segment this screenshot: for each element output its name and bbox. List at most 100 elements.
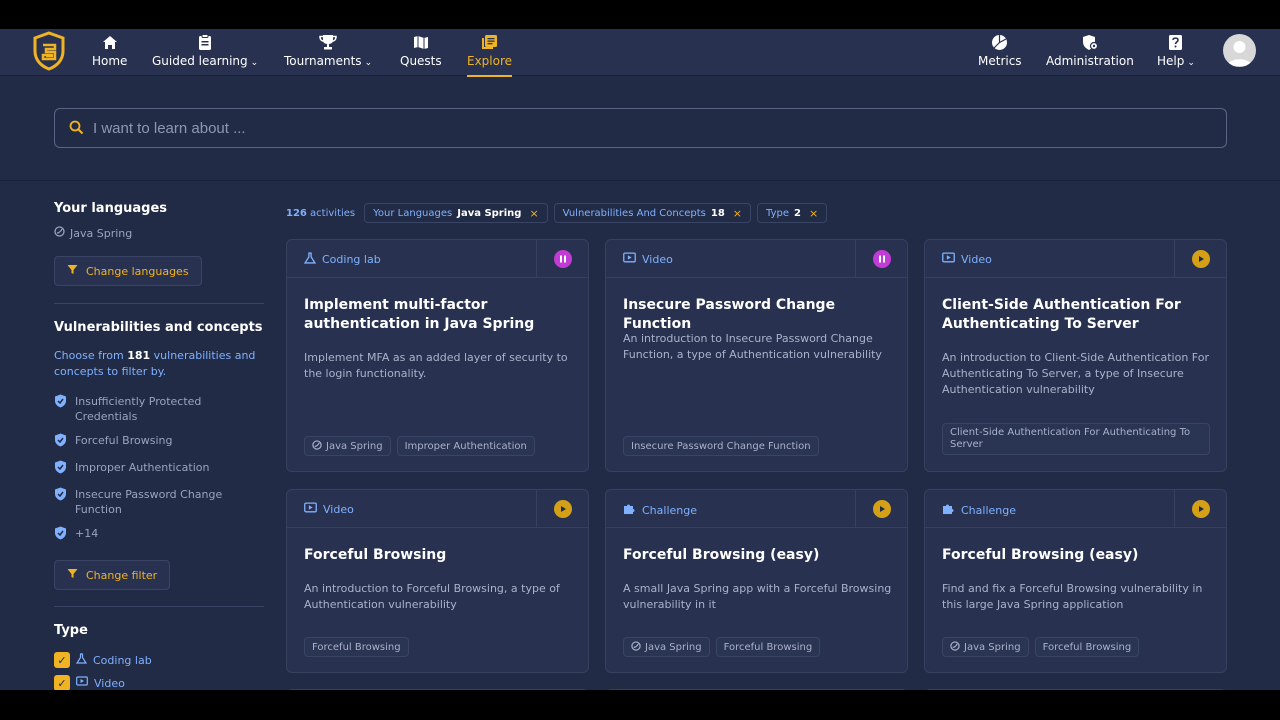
video-icon: [623, 252, 636, 267]
play-icon[interactable]: [1191, 250, 1210, 268]
card-action[interactable]: [1174, 240, 1226, 278]
user-avatar[interactable]: [1223, 34, 1256, 67]
active-filters: 126 activities Your Languages Java Spring…: [286, 203, 828, 223]
change-languages-button[interactable]: Change languages: [54, 256, 202, 286]
card-title[interactable]: Forceful Browsing: [304, 546, 574, 565]
card-description: An introduction to Insecure Password Cha…: [623, 332, 882, 361]
checkbox-checked[interactable]: ✓: [54, 652, 70, 668]
card-description: Implement MFA as an added layer of secur…: [304, 351, 568, 380]
nav-home-label: Home: [92, 54, 128, 68]
home-icon: [102, 33, 118, 51]
tag: Forceful Browsing: [304, 637, 409, 657]
card-description: Find and fix a Forceful Browsing vulnera…: [942, 582, 1203, 611]
nav-help-label: Help: [1157, 54, 1185, 68]
vulnerability-item: Insecure Password Change Function: [54, 487, 264, 517]
card-action[interactable]: [1174, 490, 1226, 528]
play-icon[interactable]: [1191, 500, 1210, 518]
nav-administration-label: Administration: [1046, 54, 1134, 68]
flask-icon: [75, 653, 88, 667]
card-type: Video: [304, 502, 354, 517]
screen-top-border: [0, 0, 1280, 29]
vulnerability-item: Improper Authentication: [54, 460, 264, 478]
card-title[interactable]: Implement multi-factor authentication in…: [304, 296, 574, 334]
activity-card[interactable]: Challenge Forceful Browsing (easy) Find …: [924, 489, 1227, 673]
vulnerability-more[interactable]: +14: [54, 526, 264, 544]
nav-administration[interactable]: Administration: [1046, 33, 1134, 73]
activity-card[interactable]: Coding lab Implement multi-factor authen…: [286, 239, 589, 472]
activity-card[interactable]: Video Client-Side Authentication For Aut…: [924, 239, 1227, 472]
search-section: [0, 76, 1280, 181]
vulnerabilities-heading: Vulnerabilities and concepts: [54, 320, 263, 335]
puzzle-icon: [623, 502, 636, 518]
nav-guided-learning[interactable]: Guided learning ⌄: [152, 33, 258, 73]
card-type: Video: [623, 252, 673, 267]
nav-metrics[interactable]: Metrics: [978, 33, 1022, 73]
screen-bottom-border: [0, 690, 1280, 720]
chevron-down-icon: ⌄: [1187, 58, 1195, 68]
sidebar-divider: [54, 303, 264, 304]
java-spring-icon: [312, 439, 322, 453]
language-item: Java Spring: [54, 226, 264, 240]
tag: Insecure Password Change Function: [623, 436, 819, 456]
filter-chip-vulnerabilities[interactable]: Vulnerabilities And Concepts 18 ×: [553, 203, 752, 223]
card-type: Challenge: [942, 502, 1016, 518]
card-header: Video: [287, 490, 588, 528]
card-tags: Java Spring Forceful Browsing: [942, 637, 1140, 657]
clipboard-icon: [198, 33, 212, 51]
card-title[interactable]: Forceful Browsing (easy): [942, 546, 1212, 565]
play-icon[interactable]: [553, 500, 572, 518]
close-icon[interactable]: ×: [529, 207, 538, 220]
type-checkbox-coding-lab[interactable]: ✓ Coding lab: [54, 652, 264, 668]
change-filter-button[interactable]: Change filter: [54, 560, 171, 590]
search-input[interactable]: [93, 117, 1193, 139]
card-description: An introduction to Forceful Browsing, a …: [304, 582, 560, 611]
card-action[interactable]: [855, 490, 907, 528]
nav-home[interactable]: Home: [92, 33, 127, 73]
type-checkbox-video[interactable]: ✓ Video: [54, 675, 264, 690]
activity-card[interactable]: Video Insecure Password Change Function …: [605, 239, 908, 472]
nav-tournaments[interactable]: Tournaments ⌄: [284, 33, 372, 73]
card-action[interactable]: [855, 240, 907, 278]
close-icon[interactable]: ×: [733, 207, 742, 220]
puzzle-icon: [942, 502, 955, 518]
search-icon: [69, 120, 84, 139]
brand-logo[interactable]: [32, 31, 66, 71]
pause-icon[interactable]: [553, 250, 572, 268]
card-title[interactable]: Client-Side Authentication For Authentic…: [942, 296, 1212, 334]
filter-icon: [67, 568, 78, 582]
trophy-icon: [319, 33, 337, 51]
activity-count: 126 activities: [286, 207, 356, 219]
close-icon[interactable]: ×: [809, 207, 818, 220]
card-action[interactable]: [536, 240, 588, 278]
tag: Java Spring: [942, 637, 1029, 657]
chevron-down-icon: ⌄: [364, 58, 373, 68]
play-icon[interactable]: [872, 500, 891, 518]
checkbox-checked[interactable]: ✓: [54, 675, 70, 690]
change-languages-label: Change languages: [86, 264, 189, 278]
card-description: An introduction to Client-Side Authentic…: [942, 351, 1209, 396]
activity-card[interactable]: Challenge Forceful Browsing (easy) A sma…: [605, 489, 908, 673]
shield-check-icon: [54, 526, 67, 544]
filter-sidebar: Your languages Java Spring Change langua…: [54, 201, 264, 690]
nav-help[interactable]: Help ⌄: [1157, 33, 1195, 73]
card-title[interactable]: Forceful Browsing (easy): [623, 546, 893, 565]
vulnerability-item: Forceful Browsing: [54, 433, 264, 451]
card-header: Challenge: [606, 490, 907, 528]
nav-explore[interactable]: Explore: [467, 33, 513, 77]
languages-heading: Your languages: [54, 201, 168, 216]
tag: Improper Authentication: [396, 436, 535, 456]
app-window: Home Guided learning ⌄ Tournaments ⌄ Quest…: [0, 29, 1280, 690]
filter-chip-languages[interactable]: Your Languages Java Spring ×: [364, 203, 548, 223]
shield-check-icon: [54, 433, 67, 451]
nav-quests[interactable]: Quests: [400, 33, 442, 73]
card-title[interactable]: Insecure Password Change Function: [623, 296, 893, 334]
activity-card[interactable]: Video Forceful Browsing An introduction …: [286, 489, 589, 673]
video-icon: [942, 252, 955, 267]
card-action[interactable]: [536, 490, 588, 528]
card-header: Coding lab: [287, 240, 588, 278]
filter-chip-type[interactable]: Type 2 ×: [757, 203, 828, 223]
pause-icon[interactable]: [872, 250, 891, 268]
card-tags: Forceful Browsing: [304, 637, 409, 657]
search-box[interactable]: [54, 108, 1227, 148]
nav-metrics-label: Metrics: [978, 54, 1022, 68]
